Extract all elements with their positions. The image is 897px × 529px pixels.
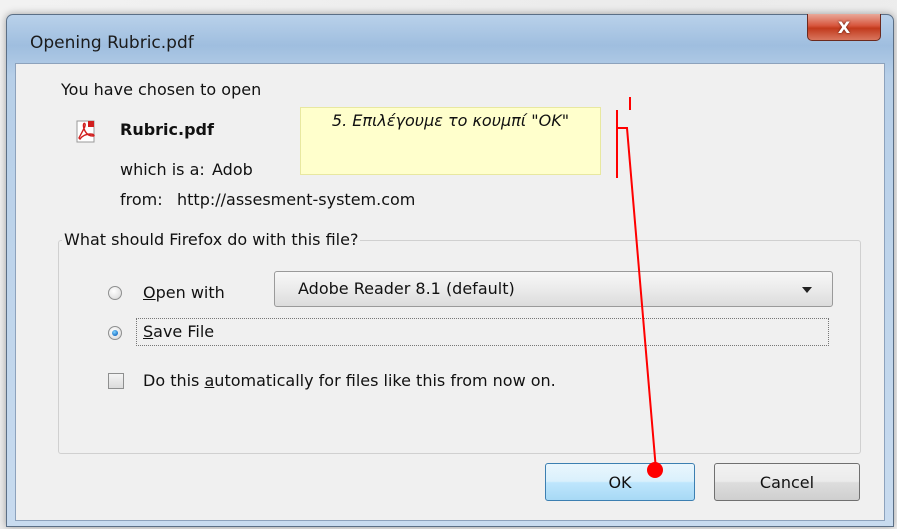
ok-button-label: OK xyxy=(608,472,632,492)
cancel-button-label: Cancel xyxy=(759,472,815,492)
group-legend: What should Firefox do with this file? xyxy=(62,230,361,249)
auto-label-after: utomatically for files like this from no… xyxy=(214,371,556,390)
from-value: http://assesment-system.com xyxy=(177,190,416,209)
ok-button[interactable]: OK xyxy=(545,463,695,501)
save-file-label[interactable]: Save File xyxy=(143,322,214,341)
open-with-select[interactable]: Adobe Reader 8.1 (default) xyxy=(274,271,833,307)
open-with-app: Adobe Reader 8.1 (default) xyxy=(298,279,515,298)
type-label: which is a: xyxy=(120,160,205,179)
close-button[interactable]: X xyxy=(807,14,881,41)
file-name: Rubric.pdf xyxy=(120,120,214,139)
auto-label[interactable]: Do this automatically for files like thi… xyxy=(143,371,556,390)
intro-heading: You have chosen to open xyxy=(61,80,262,99)
open-with-access-key: O xyxy=(143,283,156,302)
save-file-radio[interactable] xyxy=(108,326,122,340)
close-icon: X xyxy=(837,17,851,37)
chevron-down-icon xyxy=(802,287,812,293)
save-file-focus-rect xyxy=(136,318,829,346)
type-value: Adob xyxy=(212,160,253,179)
open-with-label[interactable]: Open with xyxy=(143,283,225,302)
pdf-icon xyxy=(76,120,95,143)
window-title: Opening Rubric.pdf xyxy=(30,33,194,53)
cancel-button[interactable]: Cancel xyxy=(714,463,860,501)
annotation-text: 5. Επιλέγουμε το κουμπί "OK" xyxy=(331,111,570,130)
from-label: from: xyxy=(120,190,163,209)
auto-label-before: Do this xyxy=(143,371,205,390)
open-with-label-text: pen with xyxy=(155,283,225,302)
save-file-access-key: S xyxy=(143,322,154,341)
save-file-label-text: ave File xyxy=(153,322,215,341)
open-with-radio[interactable] xyxy=(108,286,122,300)
auto-checkbox[interactable] xyxy=(108,373,124,389)
auto-access-key: a xyxy=(204,371,215,390)
annotation-callout: 5. Επιλέγουμε το κουμπί "OK" xyxy=(300,107,601,175)
